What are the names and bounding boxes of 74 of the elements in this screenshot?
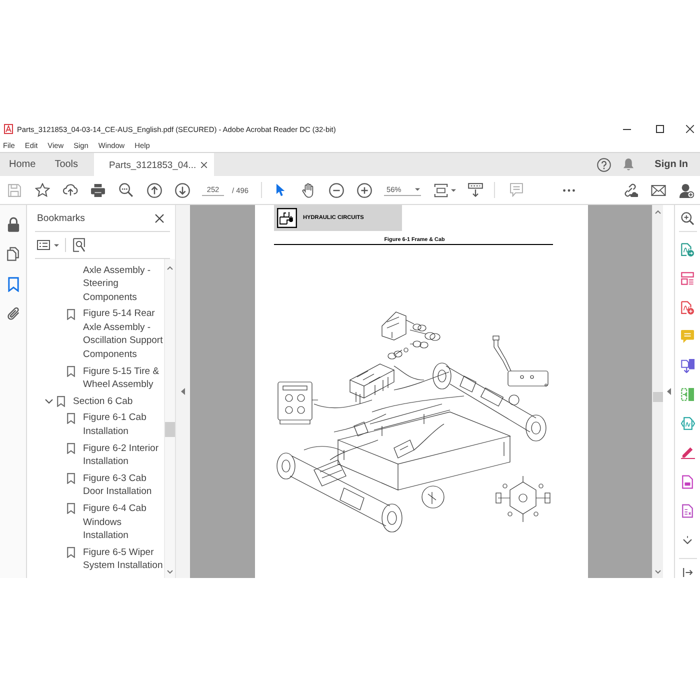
scroll-up-icon[interactable] xyxy=(655,210,661,214)
close-icon[interactable] xyxy=(201,162,208,168)
pages-icon[interactable] xyxy=(7,247,19,261)
bookmark-label[interactable]: Figure 6-1 Cab Installation xyxy=(83,411,164,439)
scroll-down-icon[interactable] xyxy=(655,570,661,574)
maximize-icon[interactable] xyxy=(656,125,664,133)
search-icon[interactable] xyxy=(119,183,133,197)
document-icon[interactable] xyxy=(682,474,693,488)
zoom-in-icon[interactable] xyxy=(356,182,372,198)
bookmark-icon xyxy=(67,503,75,514)
document-form-icon[interactable] xyxy=(682,504,693,518)
scroll-up-icon[interactable] xyxy=(167,266,173,270)
bookmark-label[interactable]: Figure 5-15 Tire & Wheel Assembly xyxy=(83,364,164,392)
caret-icon[interactable] xyxy=(54,244,59,246)
paperclip-icon[interactable] xyxy=(6,307,20,321)
scroll-mode-icon[interactable] xyxy=(468,183,483,197)
add-user-icon[interactable] xyxy=(678,182,694,198)
sign-in-button[interactable]: Sign In xyxy=(654,159,688,170)
pen-icon[interactable] xyxy=(680,446,694,459)
bookmark-label[interactable]: Section 6 Cab xyxy=(73,394,164,408)
cloud-upload-icon[interactable] xyxy=(62,184,78,196)
close-icon[interactable] xyxy=(155,214,164,222)
bell-icon[interactable] xyxy=(622,158,634,171)
minimize-icon[interactable] xyxy=(623,128,631,130)
bookmark-icon xyxy=(67,366,75,377)
document-plus-icon[interactable] xyxy=(681,300,694,314)
zoom-out-icon[interactable] xyxy=(328,182,344,198)
hand-icon[interactable] xyxy=(302,182,315,198)
bookmark-label[interactable]: Figure 6-3 Cab Door Installation xyxy=(83,472,164,499)
bookmark-icon[interactable] xyxy=(8,276,18,292)
layout-icon[interactable] xyxy=(681,272,694,285)
page-fit-icon[interactable] xyxy=(434,182,448,198)
print-icon[interactable] xyxy=(91,184,105,196)
document-arrow-icon[interactable] xyxy=(681,242,694,256)
find-bookmark-icon[interactable] xyxy=(73,238,85,252)
options-icon[interactable] xyxy=(37,240,50,250)
bookmark-label[interactable]: Figure 6-4 Cab Windows Installation xyxy=(83,502,164,543)
lock-icon[interactable] xyxy=(6,216,20,232)
bookmark-icon xyxy=(67,442,75,454)
tab[interactable]: Home xyxy=(0,153,46,176)
bookmark-icon xyxy=(67,412,75,424)
left-triangle-icon[interactable] xyxy=(666,388,670,395)
star-icon[interactable] xyxy=(34,183,50,197)
app-icon xyxy=(4,124,13,134)
bookmark-icon xyxy=(67,308,75,320)
caret-icon[interactable] xyxy=(451,188,456,192)
bookmark-label[interactable]: Figure 6-2 Interior Installation xyxy=(83,442,164,469)
scrollbar-thumb[interactable] xyxy=(653,392,663,402)
bookmark-icon xyxy=(57,396,65,408)
panel-title: Bookmarks xyxy=(37,212,85,224)
document-export-icon[interactable] xyxy=(680,358,694,372)
bookmark-icon xyxy=(67,547,75,558)
bookmark-label[interactable]: Figure 6-5 Wiper System Installation xyxy=(83,546,164,573)
zoom-icon[interactable] xyxy=(681,212,694,224)
help-icon[interactable] xyxy=(596,158,611,172)
link-icon[interactable] xyxy=(622,183,638,197)
hydraulic-icon xyxy=(277,208,297,228)
bookmark-label[interactable]: Figure 5-14 Rear Axle Assembly - Oscillation Support Components xyxy=(83,307,164,362)
document-code-icon[interactable] xyxy=(680,417,694,430)
chevron-icon[interactable] xyxy=(44,399,52,404)
left-triangle-icon[interactable] xyxy=(181,388,185,395)
bookmark-label[interactable]: Axle Assembly - Steering Components xyxy=(83,264,164,304)
pointer-icon[interactable] xyxy=(276,183,285,197)
collapse-panel-icon[interactable] xyxy=(682,568,692,576)
tab[interactable]: Tools xyxy=(46,153,88,176)
caret-icon xyxy=(415,188,420,190)
tab[interactable]: Parts_3121853_04... xyxy=(94,153,214,176)
scroll-down-icon[interactable] xyxy=(167,570,173,574)
more-icon[interactable] xyxy=(563,188,576,192)
close-icon[interactable] xyxy=(686,125,694,133)
chevron-icon[interactable] xyxy=(683,536,692,544)
mail-icon[interactable] xyxy=(650,184,666,196)
bookmark-icon xyxy=(67,473,75,484)
scrollbar-thumb[interactable] xyxy=(165,422,175,437)
